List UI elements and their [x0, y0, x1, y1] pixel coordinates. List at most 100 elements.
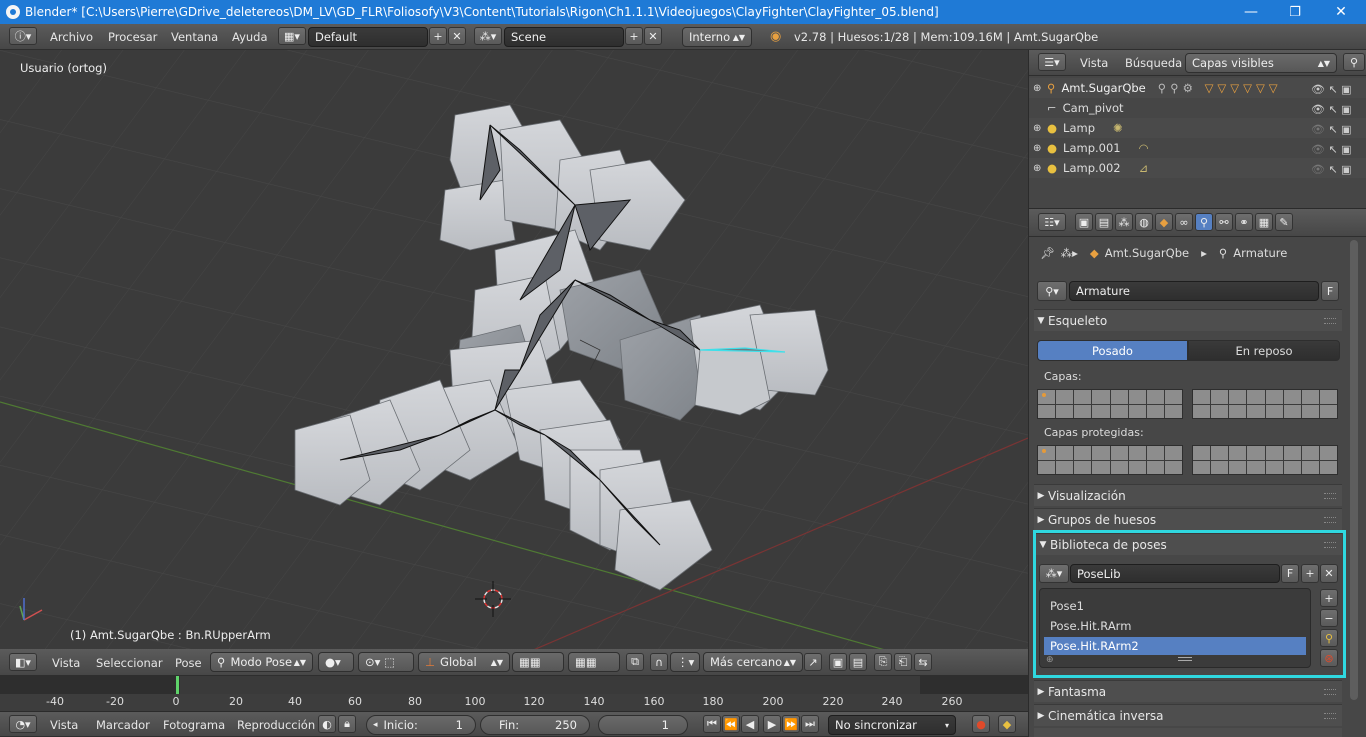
layout-field[interactable]: Default: [308, 27, 428, 47]
visibility-eye-icon[interactable]: 👁︎ ↖ ▣: [1311, 80, 1365, 100]
menu-vista-3d[interactable]: Vista: [52, 656, 80, 670]
timeline-area[interactable]: [0, 676, 1028, 711]
outliner-item-name[interactable]: Amt.SugarQbe: [1061, 81, 1145, 95]
jump-start-icon[interactable]: ⏮: [703, 715, 721, 733]
menu-procesar[interactable]: Procesar: [108, 30, 157, 44]
armature-data-tab-icon[interactable]: ⚲: [1195, 213, 1213, 231]
render-still-icon[interactable]: ▣: [829, 653, 847, 671]
preview-range-icon[interactable]: ◐: [318, 715, 336, 733]
apply-pose-icon[interactable]: ⚲: [1320, 629, 1338, 647]
menu-reproduccion[interactable]: Reproducción: [237, 718, 315, 732]
bone-constraints-tab-icon[interactable]: ⚭: [1235, 213, 1253, 231]
start-frame-field[interactable]: ◂ Inicio: 1: [366, 715, 476, 735]
expand-icon[interactable]: ⊕: [1033, 83, 1047, 94]
lock-range-icon[interactable]: 🔒︎: [338, 715, 356, 733]
timeline-editor-icon[interactable]: ◔▾: [9, 715, 37, 733]
play-reverse-icon[interactable]: ◀: [741, 715, 759, 733]
sanitize-pose-icon[interactable]: ⊛: [1320, 649, 1338, 667]
paste-pose-icon[interactable]: ⎗: [894, 653, 912, 671]
expand-icon[interactable]: ⊕: [1033, 123, 1047, 134]
snap-element-select[interactable]: ⋮▾: [670, 652, 700, 672]
add-layout-icon[interactable]: +: [429, 27, 447, 45]
snap-align-icon[interactable]: ↗: [804, 653, 822, 671]
remove-layout-icon[interactable]: ✕: [448, 27, 466, 45]
properties-scrollbar[interactable]: [1350, 240, 1358, 700]
prev-key-icon[interactable]: ⏪: [722, 715, 740, 733]
menu-vista-timeline[interactable]: Vista: [50, 718, 78, 732]
menu-archivo[interactable]: Archivo: [50, 30, 93, 44]
poselib-datablock-field[interactable]: PoseLib: [1070, 564, 1280, 583]
snap-magnet-icon[interactable]: ∩: [650, 653, 668, 671]
outliner-item-name[interactable]: Cam_pivot: [1063, 101, 1124, 115]
rest-position-button[interactable]: En reposo: [1188, 340, 1340, 361]
menu-pose[interactable]: Pose: [175, 656, 202, 670]
object-tab-icon[interactable]: ◆: [1155, 213, 1173, 231]
armature-datablock-icon[interactable]: ⚲▾: [1037, 281, 1067, 301]
remove-scene-icon[interactable]: ✕: [644, 27, 662, 45]
scene-field[interactable]: Scene: [504, 27, 624, 47]
orientation-select[interactable]: ⊥ Global ▲▼: [418, 652, 510, 672]
panel-esqueleto[interactable]: ▼ Esqueleto: [1034, 309, 1342, 331]
grip-icon[interactable]: [1324, 542, 1336, 548]
keying-icon[interactable]: ◆: [998, 715, 1016, 733]
poselib-add-icon[interactable]: +: [1301, 564, 1319, 583]
next-key-icon[interactable]: ⏩: [782, 715, 800, 733]
pose-list-item[interactable]: Pose.Hit.RArm: [1044, 617, 1306, 635]
properties-editor-icon[interactable]: ☷▾: [1038, 213, 1066, 231]
outliner-item-name[interactable]: Lamp.001: [1063, 141, 1121, 155]
outliner-item-name[interactable]: Lamp.002: [1063, 161, 1121, 175]
outliner-item-name[interactable]: Lamp: [1063, 121, 1095, 135]
visibility-eye-icon[interactable]: 👁︎ ↖ ▣: [1311, 140, 1365, 160]
pin-icon[interactable]: 📌︎: [1040, 246, 1055, 260]
paste-flipped-icon[interactable]: ⇆: [914, 653, 932, 671]
close-button[interactable]: ✕: [1318, 0, 1364, 24]
menu-seleccionar[interactable]: Seleccionar: [96, 656, 163, 670]
visibility-eye-icon[interactable]: 👁︎ ↖ ▣: [1311, 120, 1365, 140]
outliner-menu-vista[interactable]: Vista: [1080, 56, 1108, 70]
bone-layers-b[interactable]: [1192, 389, 1338, 419]
screen-layout-icon[interactable]: ▦▾: [278, 27, 306, 45]
grip-icon[interactable]: [1324, 493, 1336, 499]
add-pose-icon[interactable]: +: [1320, 589, 1338, 607]
panel-visualizacion[interactable]: ▶ Visualización: [1034, 484, 1342, 506]
panel-biblioteca-poses[interactable]: ▼ Biblioteca de poses: [1036, 533, 1342, 555]
3d-viewport[interactable]: Usuario (ortog) (1) Amt.SugarQbe : Bn.RU…: [0, 50, 1028, 649]
menu-ventana[interactable]: Ventana: [171, 30, 218, 44]
panel-cinematica-inversa[interactable]: ▶ Cinemática inversa: [1034, 704, 1342, 726]
grip-icon[interactable]: [1324, 517, 1336, 523]
expand-icon[interactable]: ⊕: [1033, 163, 1047, 174]
protected-layers-b[interactable]: [1192, 445, 1338, 475]
constraints-tab-icon[interactable]: ∞: [1175, 213, 1193, 231]
render-tab-icon[interactable]: ▣: [1075, 213, 1093, 231]
expand-icon[interactable]: ⊕: [1033, 143, 1047, 154]
armature-datablock-field[interactable]: Armature: [1069, 281, 1319, 301]
poselib-unlink-icon[interactable]: ✕: [1320, 564, 1338, 583]
scene-tab-icon[interactable]: ⁂: [1115, 213, 1133, 231]
grip-icon[interactable]: [1324, 318, 1336, 324]
poselib-fake-user-button[interactable]: F: [1281, 564, 1299, 583]
pose-list[interactable]: Pose1 Pose.Hit.RArm Pose.Hit.RArm2 ⊕: [1039, 588, 1311, 668]
render-engine-select[interactable]: Interno ▲▼: [682, 27, 752, 47]
menu-fotograma[interactable]: Fotograma: [163, 718, 225, 732]
poselib-datablock-icon[interactable]: ⁂▾: [1039, 564, 1069, 583]
mode-select[interactable]: ⚲ Modo Pose ▲▼: [210, 652, 313, 672]
minimize-button[interactable]: —: [1228, 0, 1274, 24]
list-filter-icon[interactable]: ⊕: [1046, 655, 1054, 665]
pose-list-item-selected[interactable]: Pose.Hit.RArm2: [1044, 637, 1306, 655]
outliner-menu-busqueda[interactable]: Búsqueda: [1125, 56, 1182, 70]
bone-tab-icon[interactable]: ⚯: [1215, 213, 1233, 231]
restore-button[interactable]: ❐: [1272, 0, 1318, 24]
physics-tab-icon[interactable]: ✎: [1275, 213, 1293, 231]
protected-layers-a[interactable]: [1037, 445, 1183, 475]
visibility-eye-icon[interactable]: 👁︎ ↖ ▣: [1311, 160, 1365, 180]
grip-icon[interactable]: [1324, 713, 1336, 719]
search-icon[interactable]: ⚲: [1343, 53, 1365, 71]
panel-fantasma[interactable]: ▶ Fantasma: [1034, 680, 1342, 702]
record-icon[interactable]: ●: [972, 715, 990, 733]
shading-select[interactable]: ●▾: [318, 652, 354, 672]
panel-grupos-huesos[interactable]: ▶ Grupos de huesos: [1034, 508, 1342, 530]
world-tab-icon[interactable]: ◍: [1135, 213, 1153, 231]
layers-tab-icon[interactable]: ▤: [1095, 213, 1113, 231]
grip-icon[interactable]: [1324, 689, 1336, 695]
snap-target-select[interactable]: Más cercano ▲▼: [703, 652, 803, 672]
